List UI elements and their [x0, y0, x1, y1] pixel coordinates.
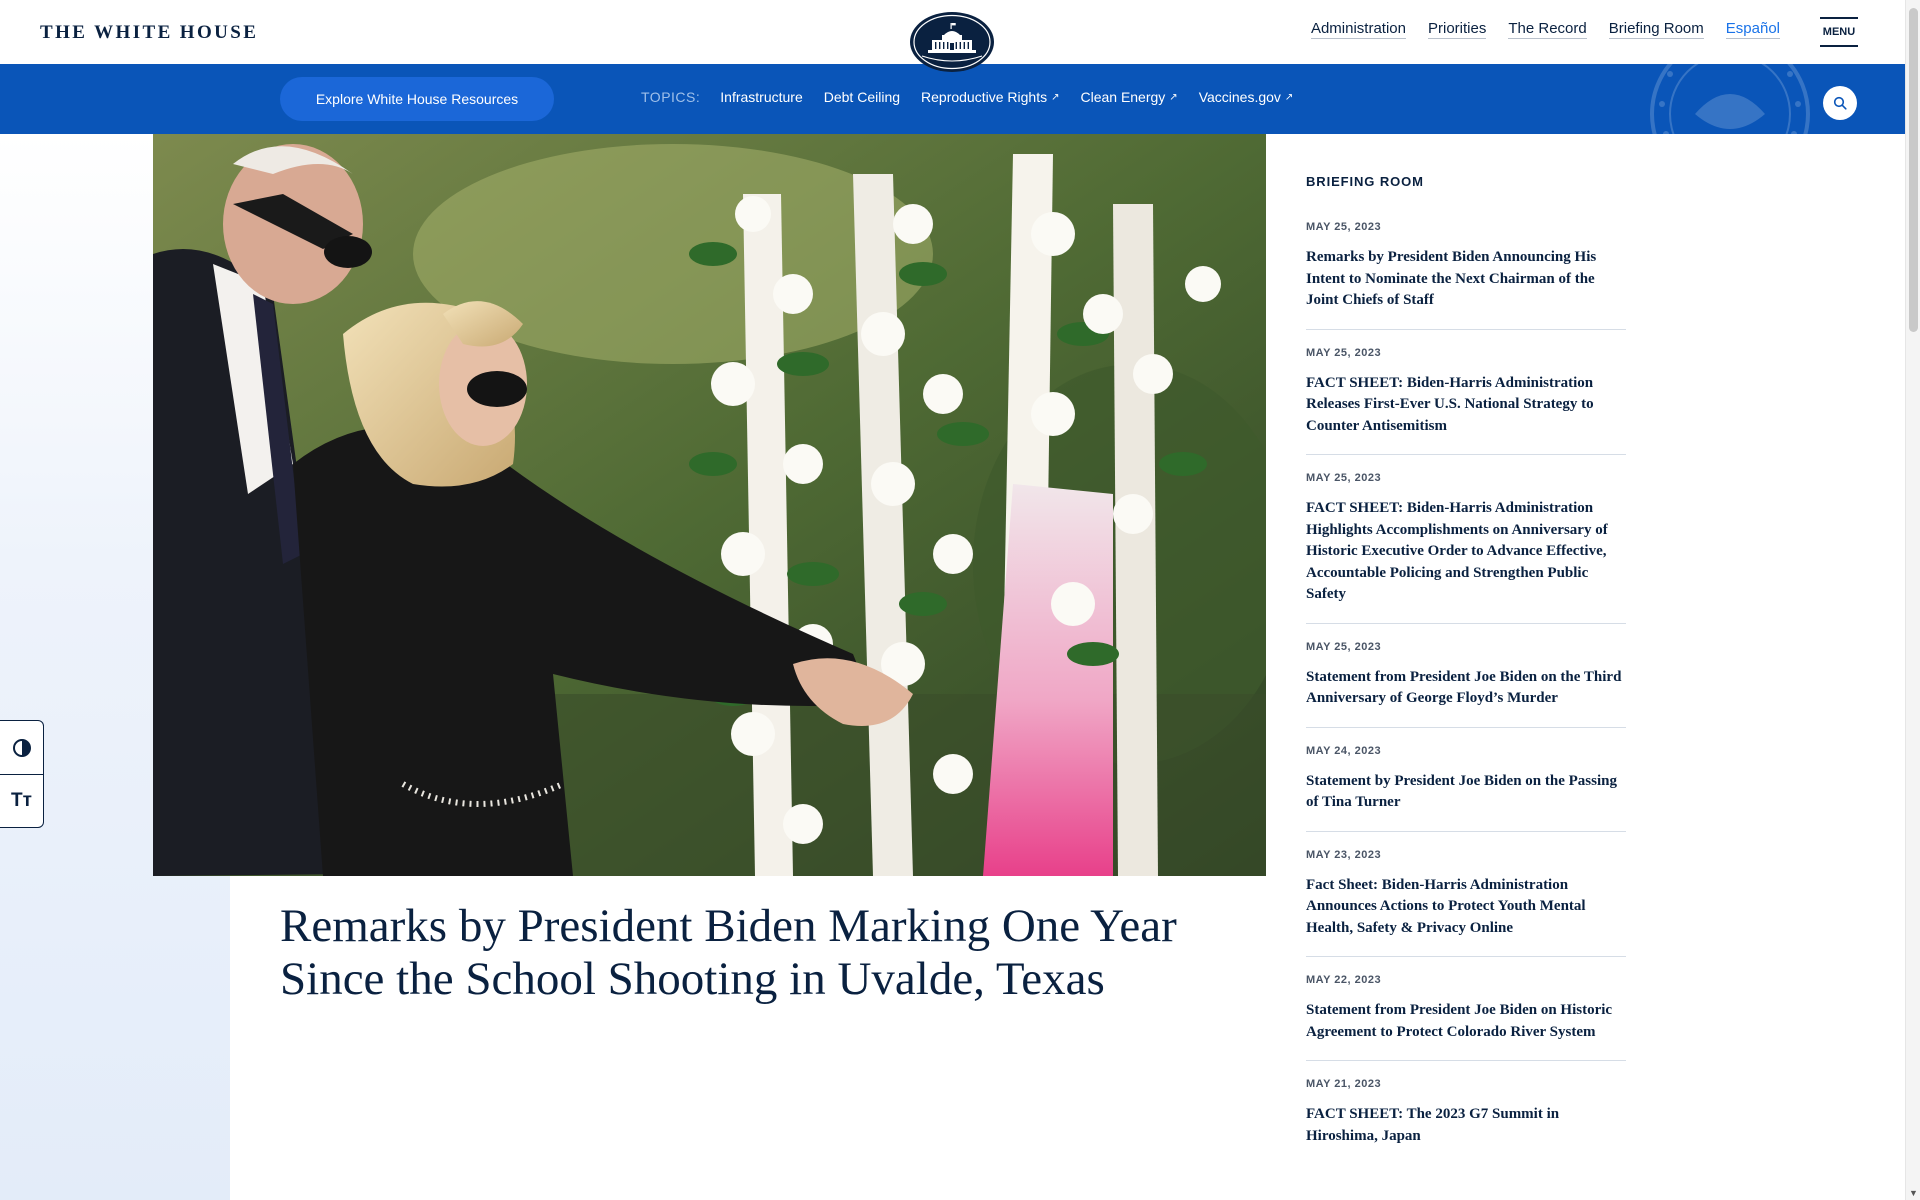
explore-resources-button[interactable]: Explore White House Resources [280, 77, 554, 121]
briefing-room-heading: BRIEFING ROOM [1306, 174, 1424, 189]
hero-image [153, 134, 1266, 876]
external-link-icon: ↗ [1284, 91, 1294, 103]
topic-reproductive-rights[interactable]: Reproductive Rights ↗ [921, 89, 1059, 105]
search-button[interactable] [1823, 86, 1857, 120]
seal-watermark-icon [1650, 64, 1810, 134]
briefing-item[interactable]: MAY 25, 2023 Statement from President Jo… [1306, 641, 1626, 728]
briefing-item[interactable]: MAY 25, 2023 FACT SHEET: Biden-Harris Ad… [1306, 472, 1626, 624]
briefing-title-link[interactable]: Statement from President Joe Biden on th… [1306, 667, 1626, 710]
briefing-item[interactable]: MAY 21, 2023 FACT SHEET: The 2023 G7 Sum… [1306, 1078, 1626, 1164]
briefing-title-link[interactable]: Statement by President Joe Biden on the … [1306, 771, 1626, 814]
nav-briefing-room[interactable]: Briefing Room [1608, 20, 1704, 39]
topics-label: TOPICS: [641, 89, 701, 105]
external-link-icon: ↗ [1051, 91, 1060, 103]
briefing-list: MAY 25, 2023 Remarks by President Biden … [1306, 221, 1626, 1164]
topics-list: TOPICS: Infrastructure Debt Ceiling Repr… [641, 89, 1314, 105]
briefing-date: MAY 25, 2023 [1306, 640, 1382, 653]
topic-bar: Explore White House Resources TOPICS: In… [0, 64, 1920, 134]
briefing-item[interactable]: MAY 25, 2023 Remarks by President Biden … [1306, 221, 1626, 330]
briefing-date: MAY 21, 2023 [1306, 1078, 1382, 1090]
briefing-item[interactable]: MAY 23, 2023 Fact Sheet: Biden-Harris Ad… [1306, 848, 1626, 957]
external-link-icon: ↗ [1169, 91, 1178, 103]
accessibility-tools: Tт [0, 720, 44, 828]
search-icon [1833, 96, 1847, 110]
nav-administration[interactable]: Administration [1310, 20, 1406, 39]
nav-espanol[interactable]: Español [1725, 20, 1780, 39]
site-header: THE WHITE HOUSE Administration Prioritie… [0, 0, 1920, 72]
briefing-title-link[interactable]: FACT SHEET: Biden-Harris Administration … [1306, 498, 1626, 606]
scrollbar-thumb[interactable] [1909, 8, 1918, 332]
briefing-item[interactable]: MAY 24, 2023 Statement by President Joe … [1306, 745, 1626, 832]
topic-clean-energy[interactable]: Clean Energy ↗ [1080, 89, 1177, 105]
site-title[interactable]: THE WHITE HOUSE [40, 22, 258, 44]
contrast-icon [12, 738, 31, 757]
text-size-icon: Tт [11, 790, 32, 811]
briefing-date: MAY 25, 2023 [1306, 346, 1382, 359]
topic-infrastructure[interactable]: Infrastructure [720, 89, 802, 105]
menu-button[interactable]: MENU [1820, 17, 1858, 47]
briefing-date: MAY 25, 2023 [1306, 472, 1382, 484]
topic-vaccines-gov[interactable]: Vaccines.gov ↗ [1199, 89, 1294, 105]
briefing-title-link[interactable]: FACT SHEET: The 2023 G7 Summit in Hirosh… [1306, 1104, 1626, 1147]
page-scrollbar[interactable]: ▼ [1905, 0, 1920, 1200]
briefing-item[interactable]: MAY 25, 2023 FACT SHEET: Biden-Harris Ad… [1306, 346, 1626, 455]
nav-the-record[interactable]: The Record [1508, 20, 1587, 39]
briefing-title-link[interactable]: Remarks by President Biden Announcing Hi… [1306, 247, 1626, 312]
white-house-seal-icon[interactable] [908, 10, 996, 74]
briefing-date: MAY 22, 2023 [1306, 974, 1382, 986]
briefing-title-link[interactable]: FACT SHEET: Biden-Harris Administration … [1306, 373, 1626, 438]
page-title: Remarks by President Biden Marking One Y… [280, 900, 1177, 1005]
briefing-title-link[interactable]: Statement from President Joe Biden on Hi… [1306, 1000, 1626, 1043]
contrast-toggle-button[interactable] [0, 721, 43, 774]
briefing-room-sidebar: BRIEFING ROOM MAY 25, 2023 Remarks by Pr… [1306, 134, 1626, 1181]
topic-debt-ceiling[interactable]: Debt Ceiling [824, 89, 900, 105]
scroll-down-arrow-icon[interactable]: ▼ [1909, 1188, 1918, 1198]
briefing-date: MAY 24, 2023 [1306, 744, 1382, 757]
briefing-item[interactable]: MAY 22, 2023 Statement from President Jo… [1306, 974, 1626, 1061]
briefing-date: MAY 25, 2023 [1306, 221, 1382, 233]
briefing-date: MAY 23, 2023 [1306, 848, 1382, 861]
text-size-button[interactable]: Tт [0, 774, 43, 827]
main-nav: Administration Priorities The Record Bri… [1310, 20, 1780, 39]
briefing-title-link[interactable]: Fact Sheet: Biden-Harris Administration … [1306, 875, 1626, 940]
nav-priorities[interactable]: Priorities [1428, 20, 1487, 39]
